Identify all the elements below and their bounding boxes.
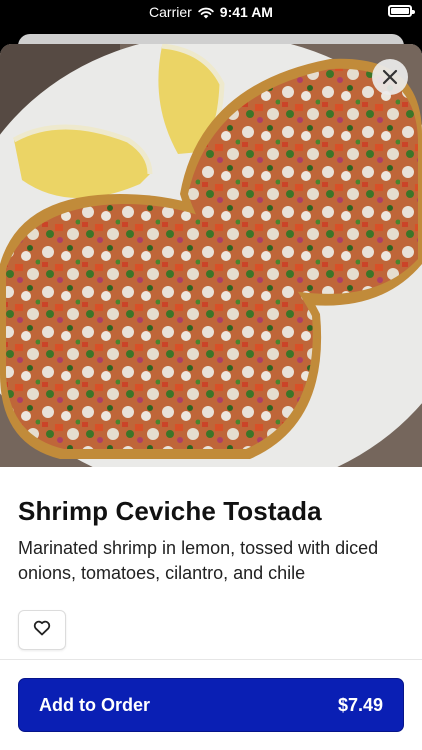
close-button[interactable] <box>372 59 408 95</box>
status-time: 9:41 AM <box>219 4 273 20</box>
item-price: $7.49 <box>337 694 383 715</box>
item-description: Marinated shrimp in lemon, tossed with d… <box>18 538 379 583</box>
battery-icon <box>388 5 415 17</box>
carrier-label: Carrier <box>149 4 192 20</box>
favorite-button[interactable] <box>18 610 66 650</box>
item-photo <box>0 44 422 467</box>
wifi-icon <box>198 6 214 19</box>
add-to-order-label: Add to Order <box>39 694 150 715</box>
item-detail-sheet: Shrimp Ceviche Tostada Marinated shrimp … <box>0 44 422 750</box>
close-icon <box>382 69 398 85</box>
heart-icon <box>33 620 51 641</box>
divider <box>0 659 422 660</box>
status-bar: Carrier 9:41 AM <box>0 0 422 28</box>
item-title: Shrimp Ceviche Tostada <box>18 496 322 526</box>
add-to-order-button[interactable]: Add to Order $7.49 <box>18 678 404 732</box>
